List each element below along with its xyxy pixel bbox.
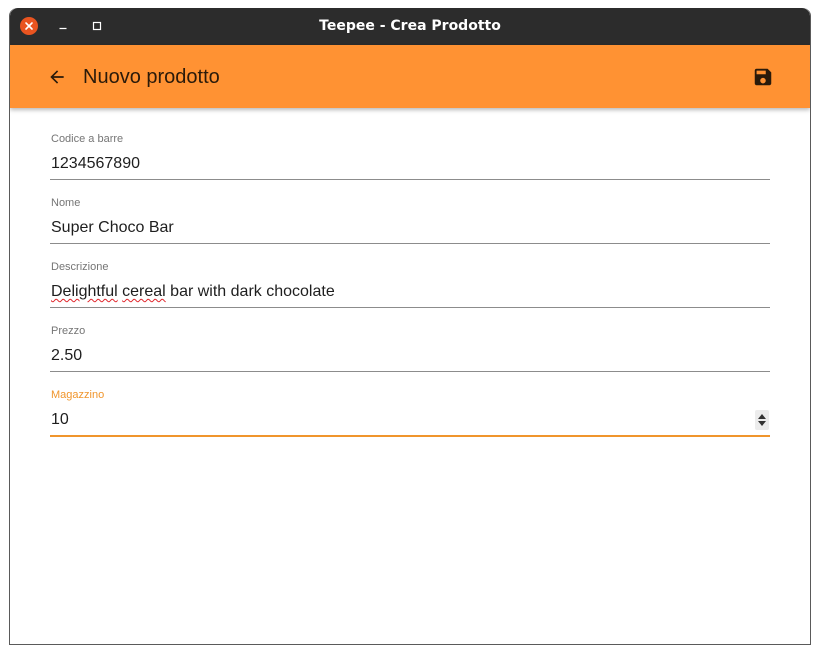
description-input[interactable]: Delightful cereal bar with dark chocolat…	[51, 282, 335, 302]
caret-down-icon[interactable]	[758, 421, 766, 426]
arrow-left-icon	[50, 70, 64, 84]
name-input[interactable]: Super Choco Bar	[51, 218, 174, 238]
misspelled-word: cereal	[122, 283, 166, 300]
name-label: Nome	[51, 197, 81, 209]
caret-up-icon[interactable]	[758, 414, 766, 419]
maximize-window-button[interactable]	[88, 17, 106, 35]
misspelled-word: Delightful	[51, 283, 118, 300]
description-label: Descrizione	[51, 261, 109, 273]
app-bar: Nuovo prodotto	[10, 45, 810, 108]
page-title: Nuovo prodotto	[83, 66, 220, 88]
barcode-input[interactable]: 1234567890	[51, 154, 140, 174]
name-field[interactable]: Nome Super Choco Bar	[50, 192, 770, 256]
barcode-field[interactable]: Codice a barre 1234567890	[50, 128, 770, 192]
stock-input[interactable]: 10	[51, 410, 69, 430]
window-title: Teepee - Crea Prodotto	[319, 18, 501, 34]
close-icon	[25, 22, 33, 30]
description-text: bar with dark chocolate	[165, 283, 335, 300]
save-button[interactable]	[750, 64, 776, 90]
window-titlebar[interactable]: Teepee - Crea Prodotto	[10, 8, 810, 45]
minimize-icon	[59, 27, 67, 30]
floppy-disk-icon	[754, 68, 772, 86]
price-input[interactable]: 2.50	[51, 346, 82, 366]
product-form: Codice a barre 1234567890 Nome Super Cho…	[50, 128, 770, 448]
name-underline	[50, 243, 770, 244]
description-underline	[50, 307, 770, 308]
description-field[interactable]: Descrizione Delightful cereal bar with d…	[50, 256, 770, 320]
stock-underline	[50, 435, 770, 437]
stock-stepper[interactable]	[755, 410, 769, 430]
stock-label: Magazzino	[51, 389, 105, 401]
close-window-button[interactable]	[20, 17, 38, 35]
maximize-icon	[92, 21, 102, 31]
minimize-window-button[interactable]	[54, 17, 72, 35]
app-window: Teepee - Crea Prodotto Nuovo prodotto Co…	[9, 8, 811, 645]
barcode-underline	[50, 179, 770, 180]
barcode-label: Codice a barre	[51, 133, 124, 145]
stock-field[interactable]: Magazzino 10	[50, 384, 770, 448]
back-button[interactable]	[44, 64, 70, 90]
price-label: Prezzo	[51, 325, 86, 337]
price-underline	[50, 371, 770, 372]
price-field[interactable]: Prezzo 2.50	[50, 320, 770, 384]
